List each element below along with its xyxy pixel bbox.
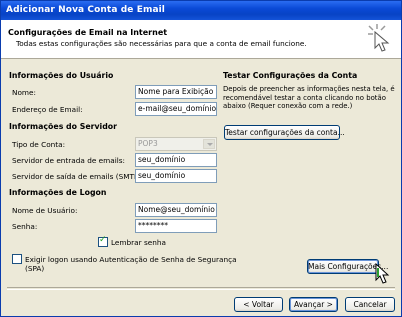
add-email-account-dialog: Adicionar Nova Conta de Email Configuraç… (0, 0, 402, 317)
spa-label-line1: Exigir logon usando Autenticação de Senh… (25, 255, 237, 264)
next-button[interactable]: Avançar > (289, 297, 338, 312)
header-title: Configurações de Email na Internet (8, 28, 168, 37)
remember-password-checkbox[interactable] (98, 235, 108, 247)
wizard-cursor-icon (368, 24, 390, 52)
back-button[interactable]: < Voltar (234, 297, 283, 312)
server-info-heading: Informações do Servidor (9, 122, 117, 131)
account-type-select: POP3 (135, 137, 217, 151)
remember-password-label: Lembrar senha (111, 238, 166, 247)
outgoing-server-input[interactable]: seu_domínio (135, 169, 217, 183)
account-type-label: Tipo de Conta: (12, 140, 66, 149)
window-title: Adicionar Nova Conta de Email (6, 5, 165, 15)
dialog-header: Configurações de Email na Internet Todas… (1, 20, 401, 59)
title-bar[interactable]: Adicionar Nova Conta de Email (1, 1, 401, 20)
logon-info-heading: Informações de Logon (9, 188, 107, 197)
incoming-server-label: Servidor de entrada de emails: (12, 156, 126, 165)
test-account-button[interactable]: Testar configurações da conta... (224, 125, 345, 140)
header-subtitle: Todas estas configurações são necessária… (16, 39, 307, 48)
email-label: Endereço de Email: (12, 105, 83, 114)
incoming-server-input[interactable]: seu_domínio (135, 153, 217, 167)
name-label: Nome: (12, 88, 36, 97)
name-input[interactable]: Nome para Exibição (135, 85, 217, 99)
spa-checkbox[interactable] (12, 254, 22, 264)
username-label: Nome de Usuário: (12, 206, 78, 215)
outgoing-server-label: Servidor de saída de emails (SMTP): (12, 172, 144, 181)
user-info-heading: Informações do Usuário (9, 71, 114, 80)
email-input[interactable]: e-mail@seu_domínio (135, 102, 217, 116)
password-input[interactable]: ******** (135, 219, 217, 233)
mouse-pointer-icon (375, 263, 390, 284)
account-type-value: POP3 (138, 139, 158, 148)
footer-divider (7, 287, 395, 290)
test-settings-heading: Testar Configurações da Conta (223, 71, 358, 80)
cancel-button[interactable]: Cancelar (345, 297, 395, 312)
spa-label-line2: (SPA) (25, 264, 45, 273)
password-label: Senha: (12, 222, 38, 231)
test-settings-description: Depois de preencher as informações nesta… (223, 85, 395, 111)
more-settings-button[interactable]: Mais Configurações... (307, 259, 388, 274)
username-input[interactable]: Nome@seu_domínio (135, 203, 217, 217)
chevron-down-icon (203, 139, 215, 149)
